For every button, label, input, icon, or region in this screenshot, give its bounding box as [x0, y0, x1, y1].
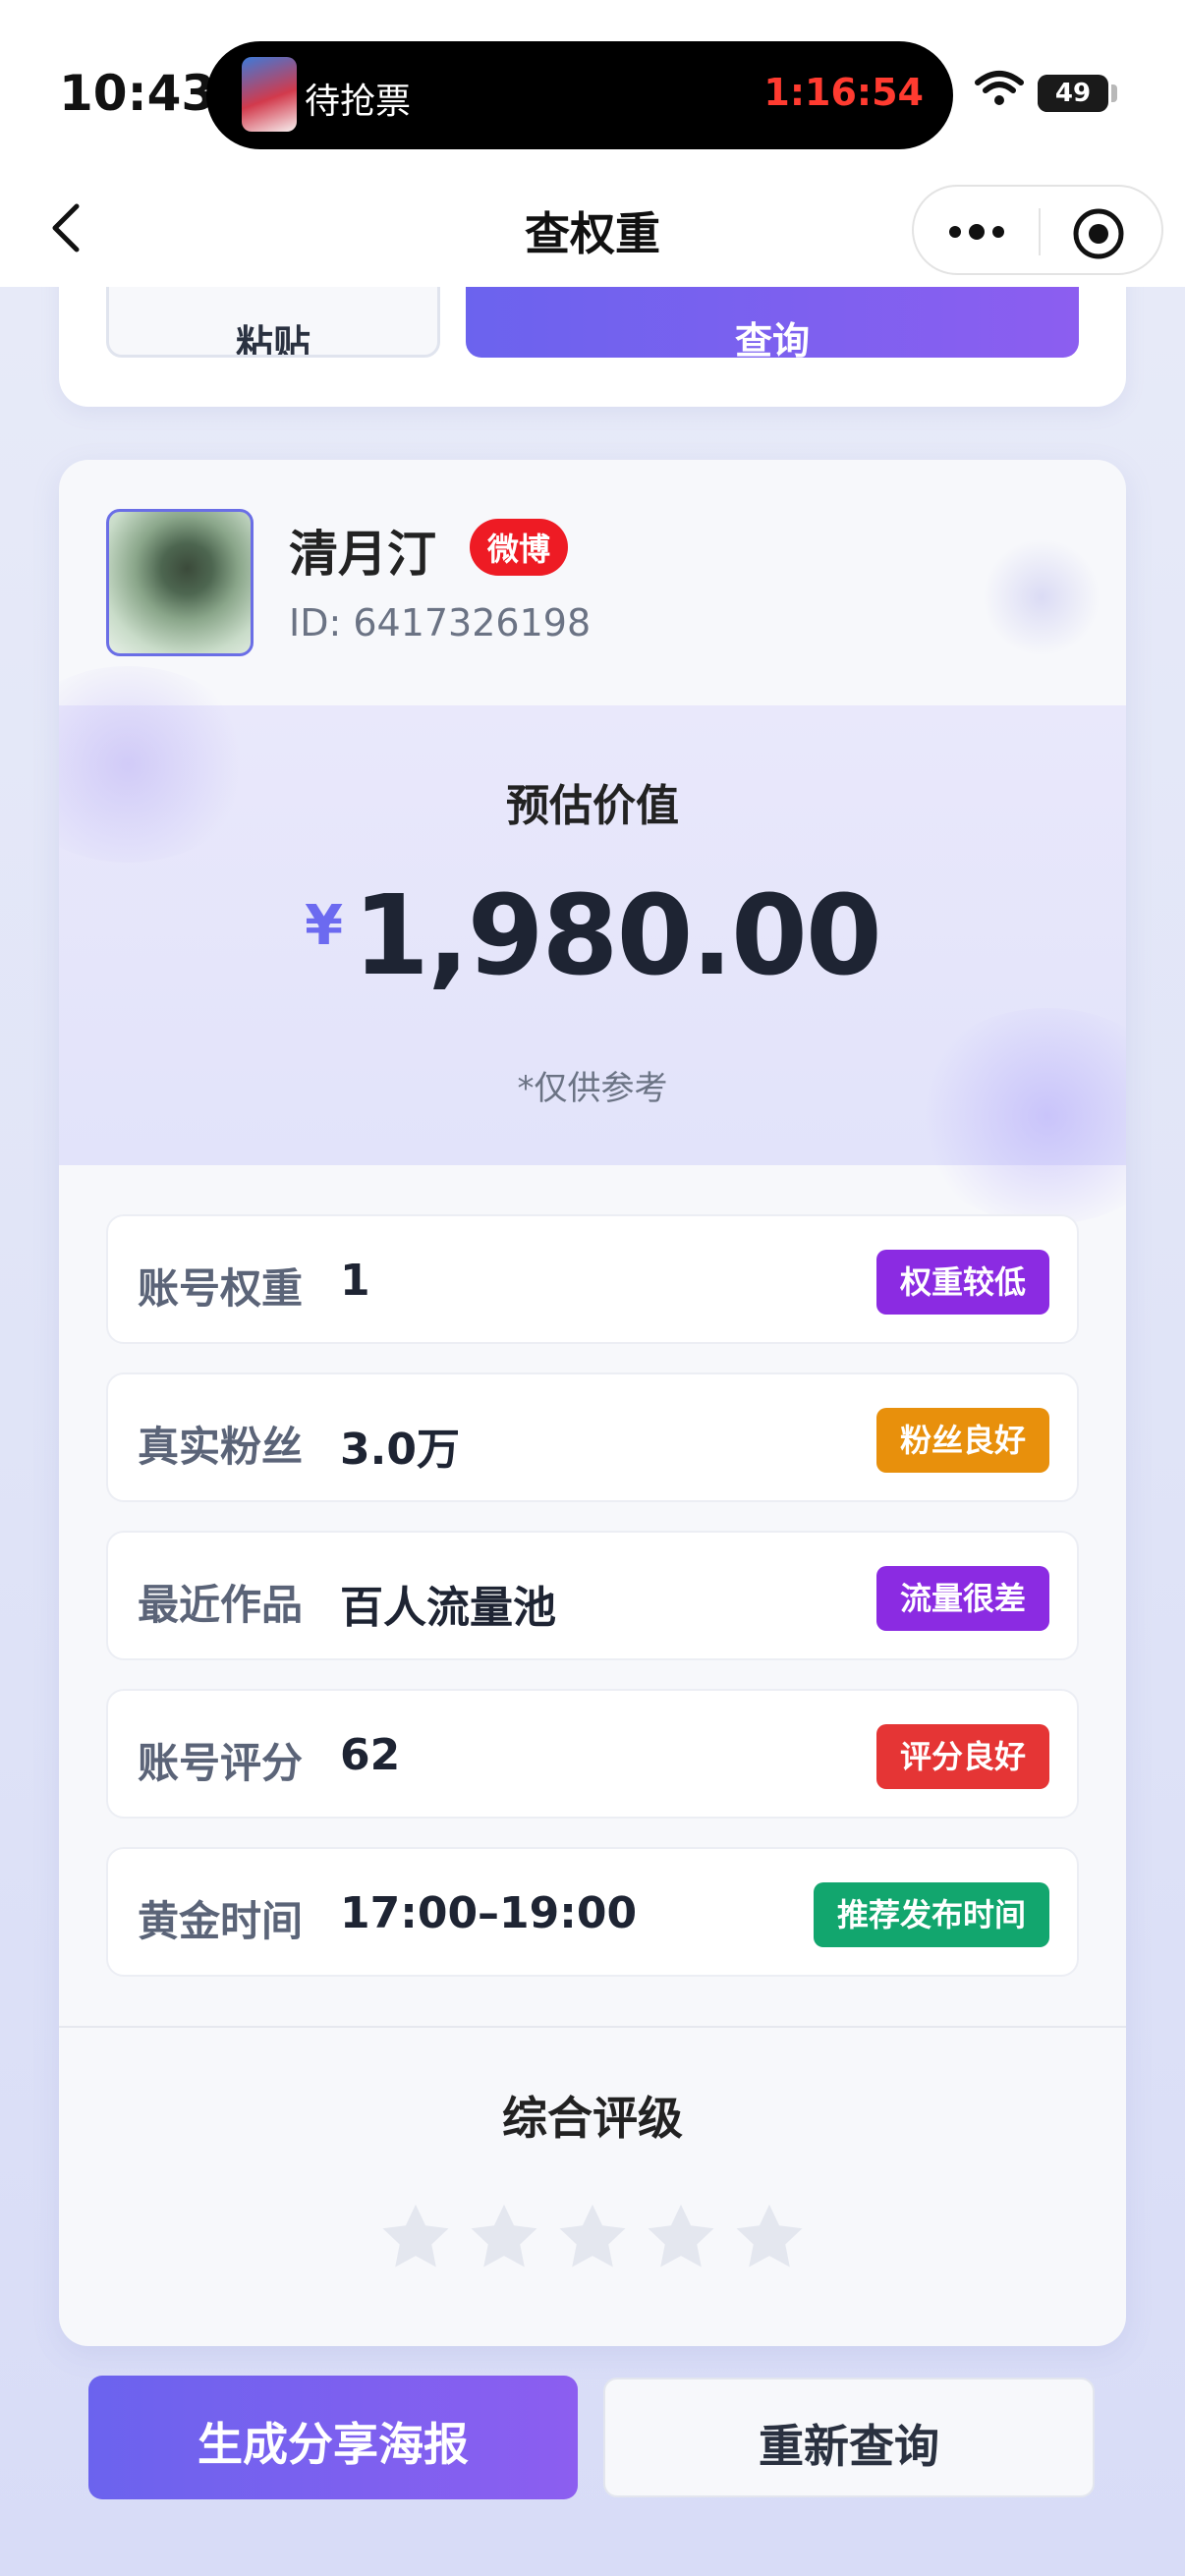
valuation-amount-row: ¥1,980.00: [59, 872, 1126, 1000]
paste-button-label: 粘贴: [235, 322, 310, 358]
platform-badge: 微博: [470, 519, 569, 576]
target-icon[interactable]: [1071, 206, 1126, 261]
metric-value: 3.0万: [340, 1425, 460, 1475]
share-button-label: 生成分享海报: [198, 2418, 469, 2471]
valuation-panel: 预估价值 ¥1,980.00 *仅供参考: [59, 666, 1126, 1224]
star-icon: [648, 2204, 714, 2268]
requery-button-label: 重新查询: [759, 2420, 939, 2473]
wifi-icon: [975, 71, 1024, 105]
metric-row-recent-works: 最近作品 百人流量池 流量很差: [106, 1531, 1079, 1660]
metric-status-tag: 权重较低: [875, 1250, 1049, 1315]
metric-status-tag: 粉丝良好: [875, 1408, 1049, 1473]
battery-percent: 49: [1054, 79, 1092, 108]
metric-value: 百人流量池: [340, 1583, 556, 1633]
query-button-label: 查询: [734, 319, 810, 358]
account-name: 清月汀: [289, 526, 436, 583]
section-divider: [59, 2026, 1126, 2028]
metric-row-fans: 真实粉丝 3.0万 粉丝良好: [106, 1372, 1079, 1502]
decorative-blob: [983, 538, 1100, 656]
generate-share-poster-button[interactable]: 生成分享海报: [88, 2376, 578, 2499]
metric-label: 真实粉丝: [138, 1423, 304, 1471]
requery-button[interactable]: 重新查询: [603, 2378, 1095, 2497]
app-thumbnail-icon: [242, 57, 297, 132]
mini-program-capsule: [912, 185, 1163, 275]
account-id: ID: 6417326198: [289, 601, 592, 644]
metric-value: 62: [340, 1730, 401, 1780]
metric-value: 1: [340, 1256, 370, 1306]
more-dots-icon[interactable]: [945, 216, 1008, 248]
metric-value: 17:00–19:00: [340, 1888, 638, 1938]
dynamic-island[interactable]: 待抢票 1:16:54: [206, 41, 953, 149]
metric-status-tag: 流量很差: [875, 1566, 1049, 1631]
valuation-title: 预估价值: [506, 781, 679, 831]
metric-label: 黄金时间: [138, 1897, 304, 1945]
metric-label: 账号评分: [138, 1739, 304, 1787]
rating-stars: [59, 2199, 1126, 2279]
metric-row-weight: 账号权重 1 权重较低: [106, 1214, 1079, 1344]
metric-status-tag: 推荐发布时间: [813, 1882, 1049, 1947]
status-bar: 10:43 待抢票 1:16:54 49: [0, 0, 1185, 177]
star-icon: [736, 2204, 803, 2268]
battery-cap: [1111, 84, 1117, 102]
valuation-note: *仅供参考: [517, 1069, 668, 1108]
avatar: [106, 509, 254, 656]
activity-timer: 1:16:54: [763, 71, 924, 114]
valuation-amount: 1,980.00: [353, 872, 882, 1000]
currency-symbol: ¥: [305, 894, 344, 958]
activity-label: 待抢票: [305, 82, 412, 122]
status-time: 10:43: [59, 65, 216, 122]
capsule-divider: [1039, 208, 1041, 255]
battery-icon: 49: [1038, 75, 1108, 112]
metric-label: 账号权重: [138, 1264, 304, 1313]
metric-row-golden-time: 黄金时间 17:00–19:00 推荐发布时间: [106, 1847, 1079, 1977]
star-icon: [382, 2204, 449, 2268]
star-icon: [559, 2204, 626, 2268]
nav-bar: 查权重: [0, 169, 1185, 287]
star-icon: [471, 2204, 537, 2268]
rating-title: 综合评级: [502, 2092, 683, 2145]
metric-label: 最近作品: [138, 1581, 304, 1629]
metric-status-tag: 评分良好: [875, 1724, 1049, 1789]
metric-row-score: 账号评分 62 评分良好: [106, 1689, 1079, 1819]
result-card: 清月汀 微博 ID: 6417326198 预估价值 ¥1,980.00 *仅供…: [59, 460, 1126, 2346]
